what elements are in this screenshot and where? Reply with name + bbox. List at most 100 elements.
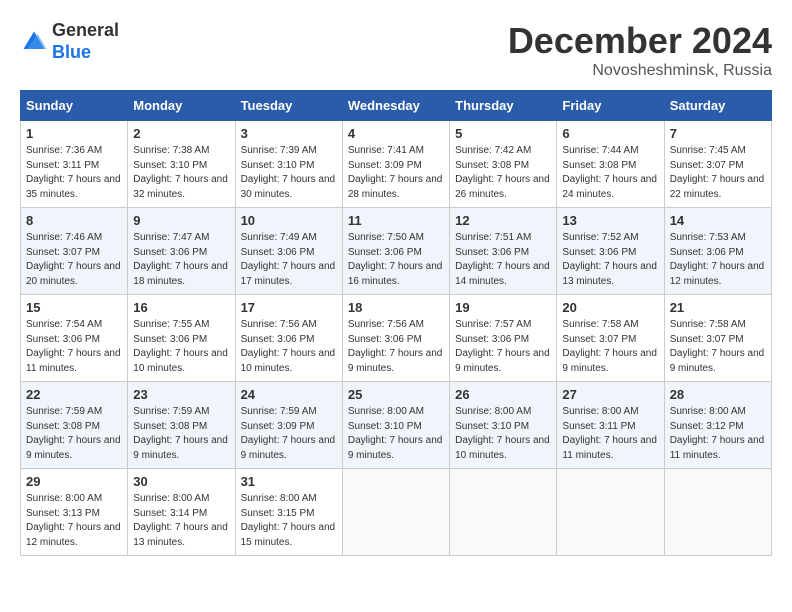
calendar-cell: 11Sunrise: 7:50 AMSunset: 3:06 PMDayligh…: [342, 208, 449, 295]
calendar-cell: 17 Sunrise: 7:56 AMSunset: 3:06 PMDayligh…: [235, 295, 342, 382]
cell-content: Sunrise: 7:38 AMSunset: 3:10 PMDaylight:…: [133, 144, 229, 202]
cell-content: Sunrise: 7:46 AMSunset: 3:07 PMDaylight:…: [26, 231, 122, 289]
calendar-cell: 25Sunrise: 8:00 AMSunset: 3:10 PMDayligh…: [342, 382, 449, 469]
day-number: 28: [670, 387, 766, 402]
day-number: 21: [670, 300, 766, 315]
day-header-monday: Monday: [128, 91, 235, 121]
calendar-cell: [450, 469, 557, 556]
title-block: December 2024 Novosheshminsk, Russia: [508, 20, 772, 80]
day-number: 10: [241, 213, 337, 228]
day-number: 4: [348, 126, 444, 141]
logo-icon: [20, 28, 48, 56]
cell-content: Sunrise: 7:49 AMSunset: 3:06 PMDaylight:…: [241, 231, 337, 289]
day-number: 2: [133, 126, 229, 141]
calendar-cell: 21 Sunrise: 7:58 AMSunset: 3:07 PMDayligh…: [664, 295, 771, 382]
day-number: 19: [455, 300, 551, 315]
calendar-cell: 31 Sunrise: 8:00 AMSunset: 3:15 PMDayligh…: [235, 469, 342, 556]
day-header-wednesday: Wednesday: [342, 91, 449, 121]
day-number: 5: [455, 126, 551, 141]
calendar-cell: [557, 469, 664, 556]
day-number: 23: [133, 387, 229, 402]
cell-content: Sunrise: 7:47 AMSunset: 3:06 PMDaylight:…: [133, 231, 229, 289]
calendar-cell: 4 Sunrise: 7:41 AMSunset: 3:09 PMDaylight…: [342, 121, 449, 208]
calendar-cell: 28 Sunrise: 8:00 AMSunset: 3:12 PMDayligh…: [664, 382, 771, 469]
cell-content: Sunrise: 7:39 AMSunset: 3:10 PMDaylight:…: [241, 144, 337, 202]
day-header-friday: Friday: [557, 91, 664, 121]
day-number: 24: [241, 387, 337, 402]
calendar-cell: 5Sunrise: 7:42 AMSunset: 3:08 PMDaylight…: [450, 121, 557, 208]
day-number: 11: [348, 213, 444, 228]
calendar-cell: 1Sunrise: 7:36 AMSunset: 3:11 PMDaylight…: [21, 121, 128, 208]
calendar-cell: 19 Sunrise: 7:57 AMSunset: 3:06 PMDayligh…: [450, 295, 557, 382]
cell-content: Sunrise: 8:00 AMSunset: 3:14 PMDaylight:…: [133, 492, 229, 550]
calendar-cell: 13 Sunrise: 7:52 AMSunset: 3:06 PMDayligh…: [557, 208, 664, 295]
day-number: 27: [562, 387, 658, 402]
cell-content: Sunrise: 7:52 AMSunset: 3:06 PMDaylight:…: [562, 231, 658, 289]
cell-content: Sunrise: 8:00 AMSunset: 3:11 PMDaylight:…: [562, 405, 658, 463]
calendar-cell: 20 Sunrise: 7:58 AMSunset: 3:07 PMDayligh…: [557, 295, 664, 382]
cell-content: Sunrise: 8:00 AMSunset: 3:12 PMDaylight:…: [670, 405, 766, 463]
day-number: 20: [562, 300, 658, 315]
week-row-1: 1Sunrise: 7:36 AMSunset: 3:11 PMDaylight…: [21, 121, 772, 208]
day-header-sunday: Sunday: [21, 91, 128, 121]
day-number: 14: [670, 213, 766, 228]
cell-content: Sunrise: 7:54 AMSunset: 3:06 PMDaylight:…: [26, 318, 122, 376]
calendar-cell: 14 Sunrise: 7:53 AMSunset: 3:06 PMDayligh…: [664, 208, 771, 295]
cell-content: Sunrise: 8:00 AMSunset: 3:10 PMDaylight:…: [455, 405, 551, 463]
day-number: 30: [133, 474, 229, 489]
day-number: 1: [26, 126, 122, 141]
cell-content: Sunrise: 7:51 AMSunset: 3:06 PMDaylight:…: [455, 231, 551, 289]
day-number: 3: [241, 126, 337, 141]
calendar-cell: 27 Sunrise: 8:00 AMSunset: 3:11 PMDayligh…: [557, 382, 664, 469]
day-number: 18: [348, 300, 444, 315]
week-row-3: 15 Sunrise: 7:54 AMSunset: 3:06 PMDayligh…: [21, 295, 772, 382]
day-number: 13: [562, 213, 658, 228]
calendar-cell: 8Sunrise: 7:46 AMSunset: 3:07 PMDaylight…: [21, 208, 128, 295]
day-number: 22: [26, 387, 122, 402]
day-header-tuesday: Tuesday: [235, 91, 342, 121]
week-row-5: 29Sunrise: 8:00 AMSunset: 3:13 PMDayligh…: [21, 469, 772, 556]
calendar-cell: 23Sunrise: 7:59 AMSunset: 3:08 PMDayligh…: [128, 382, 235, 469]
cell-content: Sunrise: 7:55 AMSunset: 3:06 PMDaylight:…: [133, 318, 229, 376]
calendar-cell: 18 Sunrise: 7:56 AMSunset: 3:06 PMDayligh…: [342, 295, 449, 382]
calendar-cell: [664, 469, 771, 556]
day-number: 15: [26, 300, 122, 315]
cell-content: Sunrise: 7:58 AMSunset: 3:07 PMDaylight:…: [670, 318, 766, 376]
cell-content: Sunrise: 7:59 AMSunset: 3:09 PMDaylight:…: [241, 405, 337, 463]
day-header-saturday: Saturday: [664, 91, 771, 121]
day-number: 9: [133, 213, 229, 228]
page-header: General Blue December 2024 Novosheshmins…: [20, 20, 772, 80]
cell-content: Sunrise: 7:58 AMSunset: 3:07 PMDaylight:…: [562, 318, 658, 376]
calendar-cell: 26 Sunrise: 8:00 AMSunset: 3:10 PMDayligh…: [450, 382, 557, 469]
cell-content: Sunrise: 7:44 AMSunset: 3:08 PMDaylight:…: [562, 144, 658, 202]
day-number: 16: [133, 300, 229, 315]
cell-content: Sunrise: 7:57 AMSunset: 3:06 PMDaylight:…: [455, 318, 551, 376]
cell-content: Sunrise: 7:41 AMSunset: 3:09 PMDaylight:…: [348, 144, 444, 202]
calendar-cell: 22 Sunrise: 7:59 AMSunset: 3:08 PMDayligh…: [21, 382, 128, 469]
day-number: 7: [670, 126, 766, 141]
cell-content: Sunrise: 8:00 AMSunset: 3:15 PMDaylight:…: [241, 492, 337, 550]
calendar-cell: 24 Sunrise: 7:59 AMSunset: 3:09 PMDayligh…: [235, 382, 342, 469]
calendar-cell: 16 Sunrise: 7:55 AMSunset: 3:06 PMDayligh…: [128, 295, 235, 382]
calendar-cell: [342, 469, 449, 556]
month-title: December 2024: [508, 20, 772, 62]
cell-content: Sunrise: 7:56 AMSunset: 3:06 PMDaylight:…: [241, 318, 337, 376]
cell-content: Sunrise: 7:45 AMSunset: 3:07 PMDaylight:…: [670, 144, 766, 202]
day-number: 12: [455, 213, 551, 228]
day-number: 31: [241, 474, 337, 489]
calendar-cell: 10 Sunrise: 7:49 AMSunset: 3:06 PMDayligh…: [235, 208, 342, 295]
calendar-cell: 15 Sunrise: 7:54 AMSunset: 3:06 PMDayligh…: [21, 295, 128, 382]
logo-blue-text: Blue: [52, 42, 91, 62]
calendar-cell: 30 Sunrise: 8:00 AMSunset: 3:14 PMDayligh…: [128, 469, 235, 556]
cell-content: Sunrise: 7:59 AMSunset: 3:08 PMDaylight:…: [26, 405, 122, 463]
week-row-4: 22 Sunrise: 7:59 AMSunset: 3:08 PMDayligh…: [21, 382, 772, 469]
day-number: 26: [455, 387, 551, 402]
logo: General Blue: [20, 20, 119, 63]
calendar-cell: 12 Sunrise: 7:51 AMSunset: 3:06 PMDayligh…: [450, 208, 557, 295]
cell-content: Sunrise: 8:00 AMSunset: 3:13 PMDaylight:…: [26, 492, 122, 550]
day-number: 17: [241, 300, 337, 315]
calendar-table: SundayMondayTuesdayWednesdayThursdayFrid…: [20, 90, 772, 556]
cell-content: Sunrise: 7:53 AMSunset: 3:06 PMDaylight:…: [670, 231, 766, 289]
location: Novosheshminsk, Russia: [508, 62, 772, 80]
cell-content: Sunrise: 7:56 AMSunset: 3:06 PMDaylight:…: [348, 318, 444, 376]
